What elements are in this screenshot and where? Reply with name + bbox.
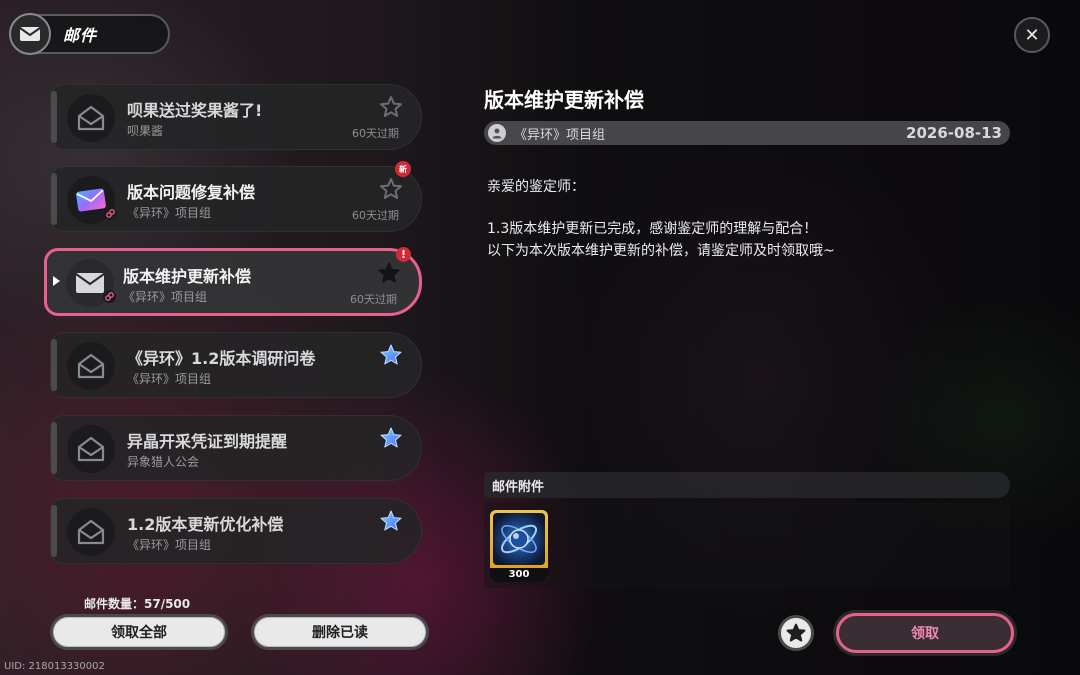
mail-title: 1.2版本更新优化补偿 [127, 515, 284, 534]
star-outline-icon[interactable] [379, 177, 403, 201]
mail-item[interactable]: 版本问题修复补偿 《异环》项目组 60天过期 新 [50, 161, 422, 232]
envelope-open-icon [67, 508, 115, 556]
attachment-area: 300 [484, 502, 1010, 588]
alert-badge: ! [396, 247, 411, 262]
mail-item[interactable]: 异晶开采凭证到期提醒 异象猎人公会 [50, 415, 422, 481]
mail-count: 邮件数量：57/500 [84, 597, 191, 611]
mail-item[interactable]: 1.2版本更新优化补偿 《异环》项目组 [50, 498, 422, 564]
avatar [488, 124, 506, 142]
mail-sender: 《异环》项目组 [127, 372, 212, 386]
mail-expire: 60天过期 [352, 209, 399, 222]
envelope-closed-icon [66, 259, 116, 307]
uid-label: UID: 218013330002 [4, 661, 105, 672]
close-button[interactable]: ✕ [1014, 17, 1050, 53]
star-blue-icon[interactable] [379, 343, 403, 367]
favorite-button[interactable] [778, 615, 814, 651]
star-blue-icon[interactable] [379, 509, 403, 533]
mail-sender: 呗果酱 [127, 124, 164, 138]
claim-all-button[interactable]: 领取全部 [50, 614, 228, 650]
mail-title: 版本维护更新补偿 [123, 267, 252, 286]
attachment-item[interactable]: 300 [490, 510, 548, 582]
attachment-header: 邮件附件 [484, 472, 1010, 498]
mail-expire: 60天过期 [350, 293, 397, 306]
mail-title-pill: 邮件 [9, 13, 170, 55]
mail-item[interactable]: 《异环》1.2版本调研问卷 《异环》项目组 [50, 332, 422, 398]
star-filled-icon[interactable] [377, 261, 401, 285]
star-blue-icon[interactable] [379, 426, 403, 450]
mail-title: 呗果送过奖果酱了! [127, 101, 263, 120]
mail-sender: 《异环》项目组 [127, 206, 212, 220]
link-icon [103, 290, 116, 303]
link-icon [104, 207, 117, 220]
close-icon: ✕ [1024, 24, 1040, 46]
mail-expire: 60天过期 [352, 127, 399, 140]
mail-sender: 《异环》项目组 [123, 290, 208, 304]
crystal-orb-icon [493, 513, 545, 565]
sender-name: 《异环》项目组 [514, 127, 606, 143]
star-icon [786, 623, 806, 642]
envelope-colorful-icon [67, 176, 117, 224]
claim-button[interactable]: 领取 [836, 613, 1014, 653]
mail-title: 《异环》1.2版本调研问卷 [127, 349, 316, 368]
new-badge: 新 [395, 161, 411, 177]
mail-sender: 《异环》项目组 [127, 538, 212, 552]
star-outline-icon[interactable] [379, 95, 403, 119]
attachment-header-label: 邮件附件 [492, 479, 545, 495]
mail-icon [9, 13, 51, 55]
selection-arrow-icon [53, 276, 60, 286]
body-line-1: 1.3版本维护更新已完成，感谢鉴定师的理解与配合！ [487, 221, 818, 237]
delete-read-button[interactable]: 删除已读 [251, 614, 429, 650]
mail-item-selected[interactable]: 版本维护更新补偿 《异环》项目组 60天过期 ! [44, 247, 422, 316]
envelope-open-icon [67, 425, 115, 473]
mail-title: 异晶开采凭证到期提醒 [127, 432, 288, 451]
mail-title: 版本问题修复补偿 [127, 183, 256, 202]
page-title: 邮件 [63, 26, 98, 45]
mail-sender: 异象猎人公会 [127, 455, 200, 469]
detail-title: 版本维护更新补偿 [484, 88, 644, 112]
body-greeting: 亲爱的鉴定师： [487, 179, 585, 195]
attachment-quantity: 300 [490, 568, 548, 582]
envelope-open-icon [67, 342, 115, 390]
mail-date: 2026-08-13 [906, 124, 1002, 142]
mail-item[interactable]: 呗果送过奖果酱了! 呗果酱 60天过期 [50, 84, 422, 150]
sender-bar: 《异环》项目组 2026-08-13 [484, 121, 1010, 145]
envelope-open-icon [67, 94, 115, 142]
body-line-2: 以下为本次版本维护更新的补偿，请鉴定师及时领取哦~ [487, 243, 835, 259]
